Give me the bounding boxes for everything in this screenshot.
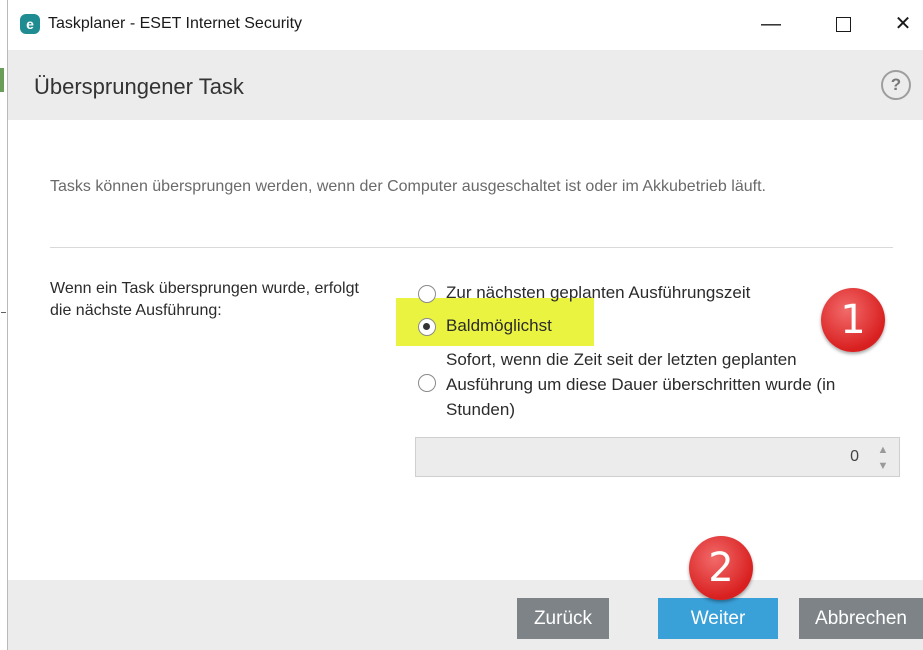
close-button[interactable]: ✕	[883, 6, 923, 42]
description-text: Tasks können übersprungen werden, wenn d…	[50, 178, 766, 195]
option-label: Baldmöglichst	[446, 316, 552, 335]
dialog-header: Übersprungener Task ?	[8, 50, 923, 120]
radio-button[interactable]	[418, 285, 436, 303]
hours-value[interactable]: 0	[850, 448, 859, 466]
dialog-footer: Zurück Weiter Abbrechen	[8, 580, 923, 650]
back-button[interactable]: Zurück	[517, 598, 609, 639]
minimize-button[interactable]: —	[751, 6, 791, 42]
left-tick-mark	[1, 312, 6, 313]
hours-stepper[interactable]: 0 ▲ ▼	[415, 437, 900, 477]
chevron-up-icon[interactable]: ▲	[875, 443, 891, 457]
next-button[interactable]: Weiter	[658, 598, 778, 639]
help-icon[interactable]: ?	[881, 70, 911, 100]
step-badge-2: 2	[689, 536, 753, 600]
maximize-icon	[835, 17, 851, 33]
eset-app-icon: e	[20, 14, 40, 34]
left-accent-bar	[0, 68, 4, 92]
skipped-task-label: Wenn ein Task übersprungen wurde, erfolg…	[50, 280, 359, 319]
window-title: Taskplaner - ESET Internet Security	[48, 15, 303, 32]
radio-button-selected[interactable]	[418, 318, 436, 336]
title-bar: e Taskplaner - ESET Internet Security — …	[8, 0, 923, 50]
left-window-edge	[0, 0, 8, 650]
chevron-down-icon[interactable]: ▼	[875, 459, 891, 473]
page-title: Übersprungener Task	[34, 74, 244, 99]
radio-button[interactable]	[418, 374, 436, 392]
maximize-button[interactable]	[823, 6, 863, 42]
dialog-content: Tasks können übersprungen werden, wenn d…	[8, 120, 923, 580]
step-badge-1: 1	[821, 288, 885, 352]
option-label: Zur nächsten geplanten Ausführungszeit	[446, 283, 751, 302]
cancel-button[interactable]: Abbrechen	[799, 598, 923, 639]
option-label: Sofort, wenn die Zeit seit der letzten g…	[446, 350, 836, 419]
divider	[50, 247, 893, 248]
